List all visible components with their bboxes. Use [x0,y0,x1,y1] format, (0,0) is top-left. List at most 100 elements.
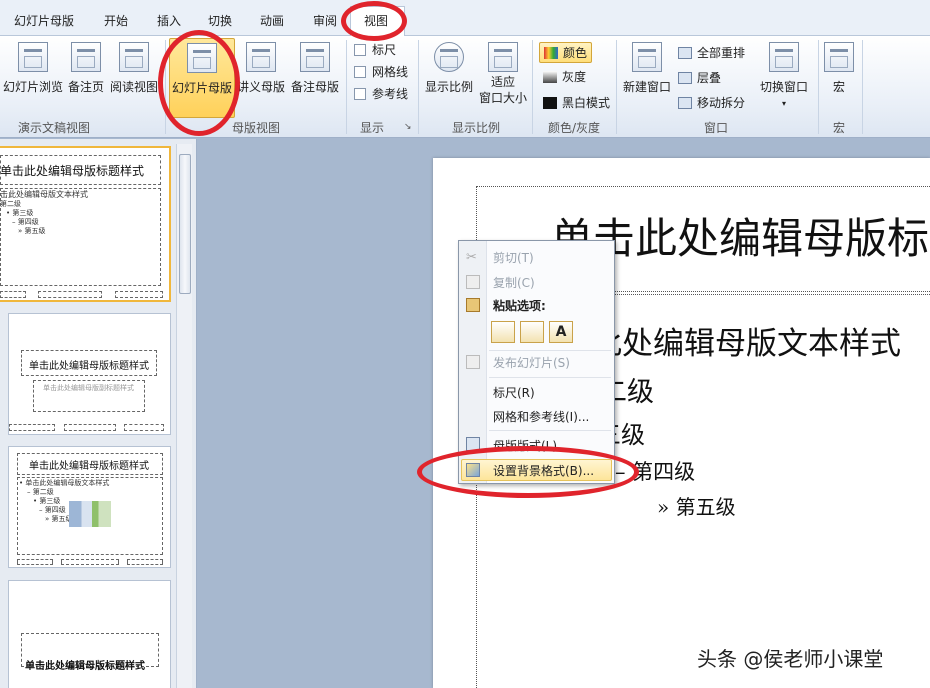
notes-master-label: 备注母版 [290,80,339,94]
window-size-label: 窗口大小 [478,91,527,105]
thumbnail-line: – 第四级 [39,506,66,514]
magnifier-icon [434,42,464,72]
thumbnail-line: – 第二级 [27,488,54,496]
slide-sorter-button[interactable]: 幻灯片浏览 [2,38,64,118]
thumbnail-line: 第二级 [0,200,21,208]
notes-page-icon [71,42,101,72]
grayscale-icon [543,71,557,83]
ruler-checkbox[interactable]: 标尺 [354,41,396,58]
black-white-label: 黑白模式 [562,96,611,110]
group-label-show: 显示 [360,121,385,135]
color-button[interactable]: 颜色 [539,42,593,63]
tab-home[interactable]: 开始 [104,12,128,29]
slide-sorter-label: 幻灯片浏览 [2,80,63,94]
content-icons [69,501,111,527]
tab-transitions[interactable]: 切换 [208,12,232,29]
gridlines-checkbox[interactable]: 网格线 [354,63,408,80]
move-split-button[interactable]: 移动拆分 [678,94,745,111]
thumbnail-title: 单击此处编辑母版标题样式 [29,361,149,372]
tab-slide-master[interactable]: 幻灯片母版 [14,12,74,29]
cascade-button[interactable]: 层叠 [678,69,721,86]
group-label-presentation-views: 演示文稿视图 [18,121,91,135]
switch-windows-button[interactable]: 切换窗口 ▾ [756,38,812,118]
fit-to-window-button[interactable]: 适应 窗口大小 [478,38,528,118]
thumbnail-scrollbar[interactable] [176,144,192,688]
zoom-button[interactable]: 显示比例 [424,38,474,118]
fit-window-icon [488,42,518,72]
menu-separator [489,430,611,431]
tab-animations[interactable]: 动画 [260,12,284,29]
dialog-launcher-icon[interactable]: ↘ [404,122,412,132]
menu-item-grid-guides[interactable]: 网格和参考线(I)... [493,408,589,425]
thumbnail-section-layout[interactable]: 单击此处编辑母版标题样式 [8,580,171,688]
notes-master-button[interactable]: 备注母版 [288,38,342,118]
thumbnail-title: 单击此处编辑母版标题样式 [25,661,145,672]
thumbnail-title-layout[interactable]: 单击此处编辑母版标题样式 单击此处编辑母版副标题样式 [8,313,171,435]
handout-master-label: 讲义母版 [236,80,285,94]
watermark-text: 头条 @侯老师小课堂 [697,647,884,671]
grayscale-button[interactable]: 灰度 [543,68,586,85]
paste-text-only-icon[interactable]: A [549,321,573,343]
group-label-master-views: 母版视图 [232,121,281,135]
move-split-label: 移动拆分 [697,96,746,110]
tab-review[interactable]: 审阅 [313,12,337,29]
notes-page-label: 备注页 [67,80,104,94]
notes-page-button[interactable]: 备注页 [66,38,106,118]
gridlines-label: 网格线 [372,65,409,79]
copy-icon [466,275,480,289]
handout-master-icon [246,42,276,72]
cascade-icon [678,72,692,84]
ribbon-separator [418,40,419,134]
black-white-icon [543,97,557,109]
group-label-color: 颜色/灰度 [548,121,601,135]
annotation-ring-format-background [417,446,639,498]
paste-use-destination-theme-icon[interactable] [491,321,515,343]
ribbon: 幻灯片浏览 备注页 阅读视图 演示文稿视图 幻灯片母版 讲义母版 备注母版 母版… [0,36,930,138]
ribbon-separator [616,40,617,134]
new-window-icon [632,42,662,72]
reading-view-button[interactable]: 阅读视图 [108,38,160,118]
arrange-all-label: 全部重排 [697,46,746,60]
handout-master-button[interactable]: 讲义母版 [236,38,286,118]
footer-placeholder [17,559,53,565]
footer-placeholder [61,559,119,565]
footer-placeholder [115,291,163,298]
menu-paste-options-label: 粘贴选项: [493,299,546,313]
thumbnail-line: • 第三级 [33,497,61,505]
reading-view-icon [119,42,149,72]
footer-placeholder [38,291,102,298]
guides-checkbox[interactable]: 参考线 [354,85,408,102]
thumbnail-master[interactable]: 单击此处编辑母版标题样式 击此处编辑母版文本样式 第二级 • 第三级 – 第四级… [0,146,171,302]
scissors-icon: ✂ [466,250,477,265]
clipboard-icon [466,298,480,312]
macros-button[interactable]: 宏 [824,38,854,118]
ruler-label: 标尺 [372,43,397,57]
menu-item-cut[interactable]: 剪切(T) [493,249,534,266]
paste-keep-formatting-icon[interactable] [520,321,544,343]
scrollbar-thumb[interactable] [179,154,191,294]
thumbnail-content-layout[interactable]: 单击此处编辑母版标题样式 • 单击此处编辑母版文本样式 – 第二级 • 第三级 … [8,446,171,568]
menu-item-publish-slides[interactable]: 发布幻灯片(S) [493,354,570,371]
menu-separator [489,377,611,378]
thumbnail-title: 单击此处编辑母版标题样式 [29,461,149,472]
zoom-label: 显示比例 [424,80,473,94]
menu-item-copy[interactable]: 复制(C) [493,274,535,291]
annotation-ring-slide-master [158,30,240,136]
thumbnail-line: 击此处编辑母版文本样式 [0,190,88,199]
annotation-ring-view-tab [341,1,407,41]
arrange-all-button[interactable]: 全部重排 [678,44,745,61]
title-placeholder [0,155,161,185]
ribbon-tabs: 幻灯片母版 开始 插入 切换 动画 审阅 视图 [0,0,930,37]
footer-placeholder [9,424,55,431]
new-window-button[interactable]: 新建窗口 [620,38,674,118]
footer-placeholder [0,291,26,298]
switch-windows-label: 切换窗口 [759,80,808,94]
footer-placeholder [124,424,164,431]
ribbon-separator [532,40,533,134]
black-white-button[interactable]: 黑白模式 [543,94,610,111]
new-window-label: 新建窗口 [622,80,671,94]
menu-item-ruler[interactable]: 标尺(R) [493,384,535,401]
tab-insert[interactable]: 插入 [157,12,181,29]
guides-label: 参考线 [372,87,409,101]
thumbnail-line: • 第三级 [6,209,34,217]
